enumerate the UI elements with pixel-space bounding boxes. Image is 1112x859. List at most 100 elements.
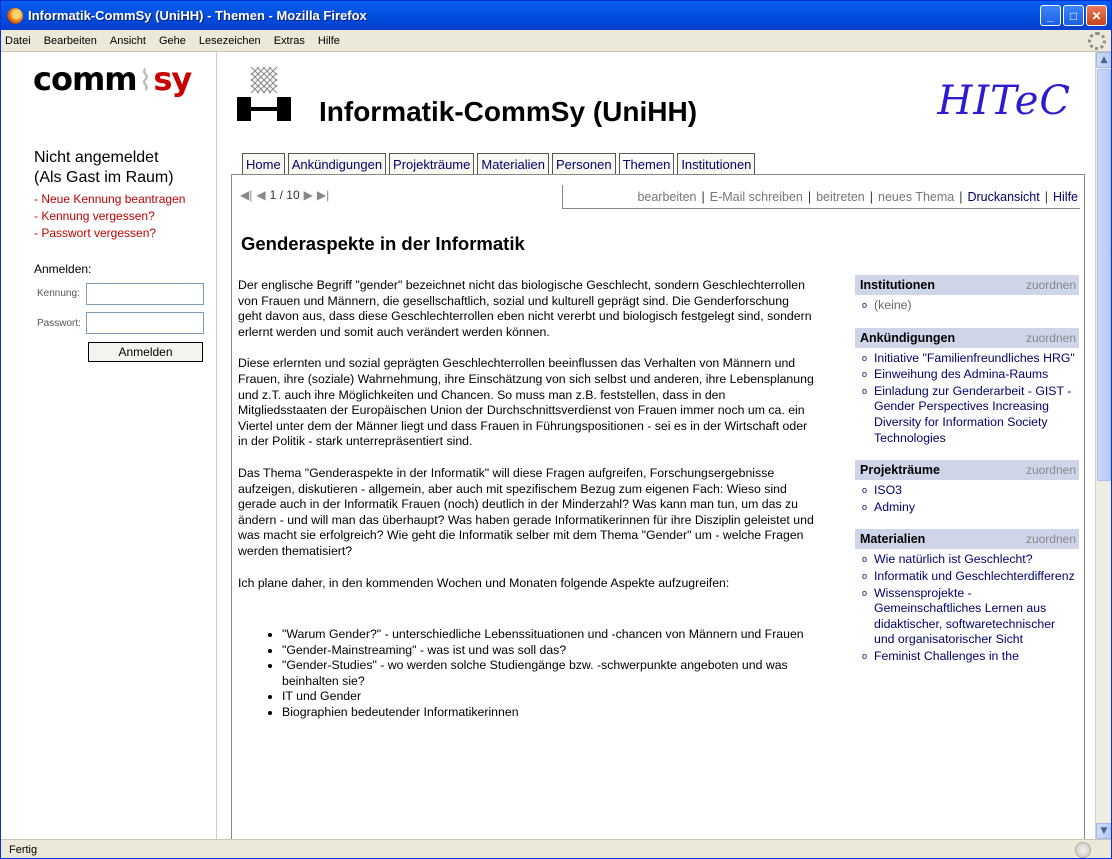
login-status-line-1: Nicht angemeldet (34, 149, 159, 166)
topic-description: Der englische Begriff "gender" bezeichne… (238, 278, 816, 721)
last-page-icon[interactable]: ▶| (317, 188, 329, 202)
list-item: (keine) (874, 298, 912, 312)
topic-panel: ◀| ◀ 1 / 10 ▶ ▶| bearbeiten | E-Mail schr… (231, 174, 1085, 839)
tab-personen[interactable]: Personen (551, 153, 616, 175)
status-indicator-icon (1075, 842, 1091, 858)
bullet-icon: o (862, 485, 868, 496)
list-item-link[interactable]: Informatik und Geschlechterdifferenz (874, 569, 1075, 585)
throbber-icon (1088, 32, 1106, 50)
action-print-view[interactable]: Druckansicht (967, 190, 1039, 204)
first-page-icon[interactable]: ◀| (240, 188, 252, 202)
box-institutionen: Institutionen zuordnen o (keine) (855, 275, 1079, 314)
box-title: Ankündigungen (860, 330, 956, 345)
list-item-link[interactable]: Einladung zur Genderarbeit - GIST - Gend… (874, 384, 1079, 446)
vertical-scrollbar[interactable]: ▲ ▼ (1095, 52, 1111, 839)
menu-gehe[interactable]: Gehe (159, 35, 186, 47)
user-input[interactable] (86, 283, 204, 305)
next-page-icon[interactable]: ▶ (304, 188, 313, 202)
link-new-account[interactable]: - Neue Kennung beantragen (34, 191, 185, 208)
assign-link[interactable]: zuordnen (1026, 278, 1076, 292)
tab-ankuendigungen[interactable]: Ankündigungen (287, 153, 387, 175)
action-new-topic[interactable]: neues Thema (878, 190, 954, 204)
menu-bearbeiten[interactable]: Bearbeiten (44, 35, 97, 47)
box-title: Materialien (860, 532, 926, 547)
assign-link[interactable]: zuordnen (1026, 463, 1076, 477)
menu-hilfe[interactable]: Hilfe (318, 35, 340, 47)
maximize-button[interactable]: □ (1063, 5, 1084, 26)
list-item: "Gender-Studies" - wo werden solche Stud… (282, 658, 816, 689)
bullet-icon: o (862, 385, 868, 396)
list-item-link[interactable]: Wie natürlich ist Geschlecht? (874, 552, 1033, 568)
paragraph: Das Thema "Genderaspekte in der Informat… (238, 465, 814, 558)
firefox-icon (7, 7, 23, 24)
room-logo-icon (237, 67, 291, 121)
login-heading: Anmelden: (34, 262, 92, 276)
prev-page-icon[interactable]: ◀ (256, 188, 265, 202)
list-item-link[interactable]: Adminy (874, 500, 915, 516)
list-item: IT und Gender (282, 689, 816, 705)
menu-extras[interactable]: Extras (274, 35, 305, 47)
bullet-icon: o (862, 352, 868, 363)
commsy-logo: comm⌇sy (33, 60, 192, 98)
link-forgot-password[interactable]: - Passwort vergessen? (34, 225, 185, 242)
paragraph: Diese erlernten und sozial geprägten Ges… (238, 356, 814, 449)
tab-institutionen[interactable]: Institutionen (677, 153, 756, 175)
menu-bar: Datei Bearbeiten Ansicht Gehe Lesezeiche… (1, 30, 1111, 52)
action-links: bearbeiten | E-Mail schreiben | beitreten |… (562, 185, 1080, 209)
main-tabs: Home Ankündigungen Projekträume Material… (242, 153, 756, 175)
account-links: - Neue Kennung beantragen - Kennung verg… (34, 191, 185, 242)
box-materialien: Materialien zuordnen o Wie natürlich ist G… (855, 529, 1079, 664)
login-status: Nicht angemeldet (Als Gast im Raum) (34, 148, 214, 188)
list-item-link[interactable]: Wissensprojekte - Gemeinschaftliches Ler… (874, 586, 1079, 648)
title-bar: Informatik-CommSy (UniHH) - Themen - Moz… (1, 1, 1111, 30)
bullet-icon: o (862, 587, 868, 598)
box-title: Institutionen (860, 278, 935, 292)
list-item-link[interactable]: Initiative "Familienfreundliches HRG" (874, 351, 1075, 367)
tab-themen[interactable]: Themen (618, 153, 675, 175)
user-label: Kennung: (37, 288, 80, 299)
login-button[interactable]: Anmelden (88, 342, 203, 362)
aspect-list: "Warum Gender?" - unterschiedliche Leben… (238, 627, 816, 721)
bullet-icon: o (862, 554, 868, 565)
menu-ansicht[interactable]: Ansicht (110, 35, 146, 47)
page-content: comm⌇sy Nicht angemeldet (Als Gast im Ra… (1, 52, 1095, 839)
scroll-up-icon[interactable]: ▲ (1096, 52, 1111, 68)
minimize-button[interactable]: _ (1040, 5, 1061, 26)
password-input[interactable] (86, 312, 204, 334)
action-edit[interactable]: bearbeiten (637, 190, 696, 204)
close-button[interactable]: ✕ (1086, 5, 1107, 26)
assign-link[interactable]: zuordnen (1026, 532, 1076, 546)
window-title: Informatik-CommSy (UniHH) - Themen - Moz… (28, 8, 367, 23)
menu-lesezeichen[interactable]: Lesezeichen (199, 35, 261, 47)
action-help[interactable]: Hilfe (1053, 190, 1078, 204)
site-title: Informatik-CommSy (UniHH) (319, 96, 698, 127)
list-item-link[interactable]: ISO3 (874, 483, 902, 499)
hitec-logo[interactable]: HITeC (937, 78, 1071, 124)
scroll-thumb[interactable] (1097, 69, 1111, 481)
status-bar: Fertig (1, 839, 1111, 858)
list-item-link[interactable]: Feminist Challenges in the (874, 649, 1019, 665)
related-items-sidebar: Institutionen zuordnen o (keine) Ankündigu… (855, 275, 1079, 679)
tab-projektraeume[interactable]: Projekträume (389, 153, 475, 175)
bullet-icon: o (862, 650, 868, 661)
box-projektraeume: Projekträume zuordnen o ISO3 o Adminy (855, 460, 1079, 515)
bullet-icon: o (862, 501, 868, 512)
menu-datei[interactable]: Datei (5, 35, 31, 47)
browser-window: Informatik-CommSy (UniHH) - Themen - Moz… (0, 0, 1112, 859)
assign-link[interactable]: zuordnen (1026, 331, 1076, 345)
page-header: Informatik-CommSy (UniHH) HITeC (217, 52, 1095, 152)
action-email[interactable]: E-Mail schreiben (710, 190, 803, 204)
list-item: "Warum Gender?" - unterschiedliche Leben… (282, 627, 816, 643)
list-item-link[interactable]: Einweihung des Admina-Raums (874, 367, 1048, 383)
item-toolbar: ◀| ◀ 1 / 10 ▶ ▶| bearbeiten | E-Mail schr… (232, 175, 1084, 210)
link-forgot-user[interactable]: - Kennung vergessen? (34, 208, 185, 225)
tab-materialien[interactable]: Materialien (477, 153, 549, 175)
left-column: comm⌇sy Nicht angemeldet (Als Gast im Ra… (1, 52, 217, 839)
login-status-line-2: (Als Gast im Raum) (34, 169, 174, 186)
tab-home[interactable]: Home (242, 153, 285, 175)
scroll-down-icon[interactable]: ▼ (1096, 823, 1111, 839)
password-label: Passwort: (37, 318, 81, 329)
action-join[interactable]: beitreten (816, 190, 865, 204)
status-text: Fertig (9, 843, 38, 856)
list-item: "Gender-Mainstreaming" - was ist und was… (282, 643, 816, 659)
